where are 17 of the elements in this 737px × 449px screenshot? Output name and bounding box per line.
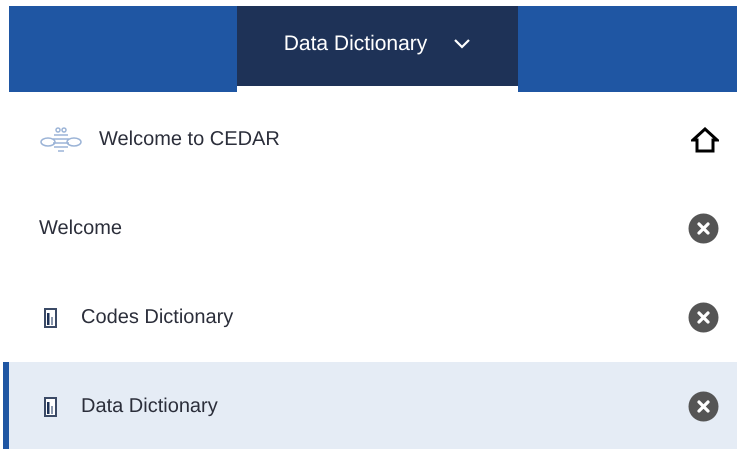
menu-item-label: Data Dictionary — [81, 395, 219, 418]
bee-icon — [39, 126, 83, 152]
menu-item-label: Welcome to CEDAR — [99, 128, 281, 151]
chevron-down-icon — [453, 38, 472, 50]
book-icon — [44, 396, 57, 416]
menu-item[interactable]: Welcome to CEDAR — [3, 95, 737, 184]
menu-item[interactable]: Codes Dictionary — [3, 273, 737, 362]
book-icon — [44, 308, 57, 328]
close-icon[interactable] — [688, 213, 719, 244]
menu-item[interactable]: Data Dictionary — [3, 362, 737, 449]
close-icon[interactable] — [688, 302, 719, 333]
view-dropdown[interactable]: Data Dictionary — [237, 6, 518, 92]
menu-item-label: Welcome — [39, 217, 123, 240]
menu-item-label: Codes Dictionary — [81, 306, 234, 329]
home-icon[interactable] — [691, 126, 719, 152]
menu-item[interactable]: Welcome — [3, 184, 737, 273]
close-icon[interactable] — [688, 391, 719, 422]
